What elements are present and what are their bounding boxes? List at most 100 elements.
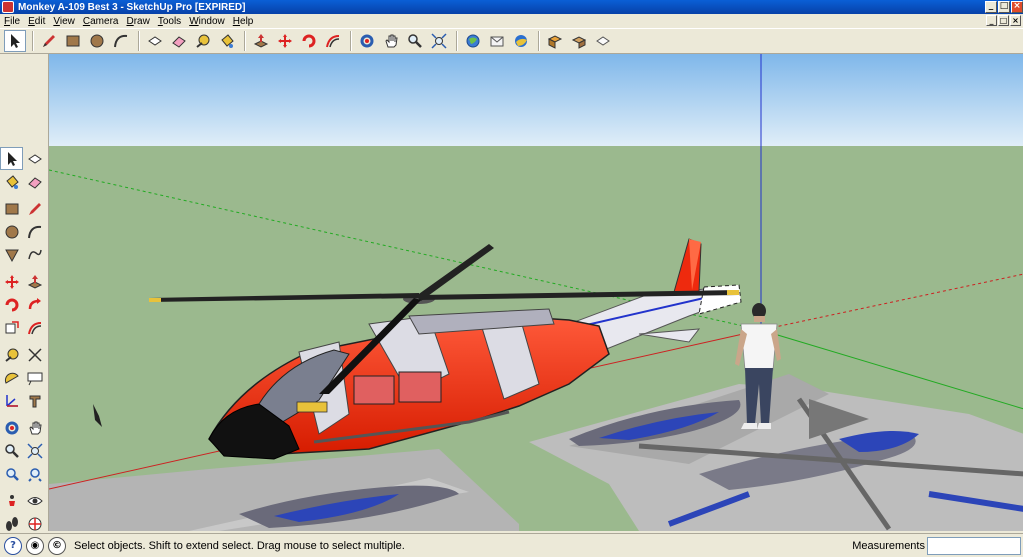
- left-zoom-window-button[interactable]: [23, 462, 46, 485]
- extension-button[interactable]: [592, 30, 614, 52]
- left-freehand-button[interactable]: [23, 243, 46, 266]
- left-zoom-extents-button[interactable]: [23, 439, 46, 462]
- offset-tool-icon: [27, 321, 41, 334]
- rectangle-tool-button[interactable]: [62, 30, 84, 52]
- paint-bucket-icon: [5, 174, 19, 189]
- menu-edit[interactable]: Edit: [24, 16, 49, 27]
- arc-tool-icon: [27, 225, 41, 238]
- toolbar-separator: [244, 31, 246, 51]
- left-rectangle-button[interactable]: [0, 197, 23, 220]
- move-tool-icon: [4, 274, 19, 289]
- get-components-button[interactable]: [544, 30, 566, 52]
- move-tool-button[interactable]: [274, 30, 296, 52]
- offset-tool-button[interactable]: [322, 30, 344, 52]
- axes-tool-icon: [5, 394, 18, 407]
- pencil-tool-button[interactable]: [38, 30, 60, 52]
- close-button[interactable]: ×: [1011, 1, 1023, 13]
- left-paint-bucket-button[interactable]: [0, 170, 23, 193]
- left-offset-button[interactable]: [23, 316, 46, 339]
- left-scale-button[interactable]: [0, 316, 23, 339]
- left-orbit-button[interactable]: [0, 416, 23, 439]
- share-component-button[interactable]: [568, 30, 590, 52]
- menu-file[interactable]: File: [0, 16, 24, 27]
- left-look-around-button[interactable]: [23, 489, 46, 512]
- sketchup-app-icon[interactable]: [2, 1, 14, 13]
- select-tool-button[interactable]: [4, 30, 26, 52]
- eraser-tool-button[interactable]: [168, 30, 190, 52]
- maximize-button[interactable]: □: [998, 1, 1010, 13]
- share-model-button[interactable]: [486, 30, 508, 52]
- left-polygon-button[interactable]: [0, 243, 23, 266]
- left-rotate-button[interactable]: [0, 293, 23, 316]
- left-zoom-button[interactable]: [0, 439, 23, 462]
- push-pull-button[interactable]: [250, 30, 272, 52]
- zoom-tool-button[interactable]: [404, 30, 426, 52]
- left-circle-button[interactable]: [0, 220, 23, 243]
- left-eraser-button[interactable]: [23, 170, 46, 193]
- left-make-component-button[interactable]: [23, 147, 46, 170]
- left-dimension-button[interactable]: [23, 343, 46, 366]
- left-section-plane-button[interactable]: [23, 512, 46, 535]
- push-pull-icon: [27, 274, 42, 289]
- orbit-tool-button[interactable]: [356, 30, 378, 52]
- menu-draw[interactable]: Draw: [122, 16, 153, 27]
- circle-tool-button[interactable]: [86, 30, 108, 52]
- left-tape-measure-button[interactable]: [0, 343, 23, 366]
- left-pencil-button[interactable]: [23, 197, 46, 220]
- menu-bar: File Edit View Camera Draw Tools Window …: [0, 14, 1023, 28]
- minimize-button[interactable]: _: [985, 1, 997, 13]
- doc-minimize-button[interactable]: _: [986, 15, 997, 26]
- left-arc-button[interactable]: [23, 220, 46, 243]
- section-plane-icon: [28, 517, 41, 530]
- menu-view[interactable]: View: [49, 16, 79, 27]
- get-models-button[interactable]: [462, 30, 484, 52]
- sketchup-window: Monkey A-109 Best 3 - SketchUp Pro [EXPI…: [0, 0, 1023, 557]
- title-bar[interactable]: Monkey A-109 Best 3 - SketchUp Pro [EXPI…: [0, 0, 1023, 14]
- make-component-button[interactable]: [144, 30, 166, 52]
- measurements-input[interactable]: [927, 537, 1021, 555]
- model-scene[interactable]: [49, 54, 1023, 531]
- doc-restore-button[interactable]: □: [998, 15, 1009, 26]
- tape-measure-icon: [196, 34, 210, 48]
- window-title: Monkey A-109 Best 3 - SketchUp Pro [EXPI…: [18, 1, 246, 13]
- menu-window[interactable]: Window: [185, 16, 229, 27]
- left-select-button[interactable]: [0, 147, 23, 170]
- make-component-icon: [148, 36, 162, 46]
- main-toolbar: [0, 28, 1023, 54]
- left-pan-button[interactable]: [23, 416, 46, 439]
- left-text-button[interactable]: [23, 366, 46, 389]
- paint-bucket-icon: [221, 34, 234, 48]
- dimension-tool-icon: [27, 347, 42, 362]
- left-push-pull-button[interactable]: [23, 270, 46, 293]
- left-move-button[interactable]: [0, 270, 23, 293]
- rotate-tool-button[interactable]: [298, 30, 320, 52]
- menu-camera[interactable]: Camera: [79, 16, 123, 27]
- google-earth-button[interactable]: [510, 30, 532, 52]
- menu-help[interactable]: Help: [229, 16, 258, 27]
- help-icon[interactable]: ?: [4, 536, 22, 555]
- drawing-viewport[interactable]: [48, 54, 1023, 531]
- pencil-tool-icon: [28, 202, 41, 215]
- pan-tool-button[interactable]: [380, 30, 402, 52]
- left-previous-view-button[interactable]: [0, 462, 23, 485]
- zoom-extents-icon: [26, 442, 43, 459]
- credits-icon[interactable]: ©: [48, 536, 66, 555]
- tape-measure-button[interactable]: [192, 30, 214, 52]
- eraser-tool-icon: [172, 36, 186, 48]
- doc-close-button[interactable]: ×: [1010, 15, 1021, 26]
- cabin-window: [353, 375, 395, 405]
- freehand-tool-icon: [27, 249, 42, 259]
- zoom-extents-button[interactable]: [428, 30, 450, 52]
- left-protractor-button[interactable]: [0, 366, 23, 389]
- left-axes-button[interactable]: [0, 389, 23, 412]
- menu-tools[interactable]: Tools: [154, 16, 185, 27]
- toolbar-separator: [350, 31, 352, 51]
- move-tool-icon: [278, 34, 292, 48]
- left-walk-button[interactable]: [0, 512, 23, 535]
- arc-tool-button[interactable]: [110, 30, 132, 52]
- left-follow-me-button[interactable]: [23, 293, 46, 316]
- left-position-camera-button[interactable]: [0, 489, 23, 512]
- geo-location-icon[interactable]: ◉: [26, 536, 44, 555]
- paint-bucket-button[interactable]: [216, 30, 238, 52]
- left-3d-text-button[interactable]: [23, 389, 46, 412]
